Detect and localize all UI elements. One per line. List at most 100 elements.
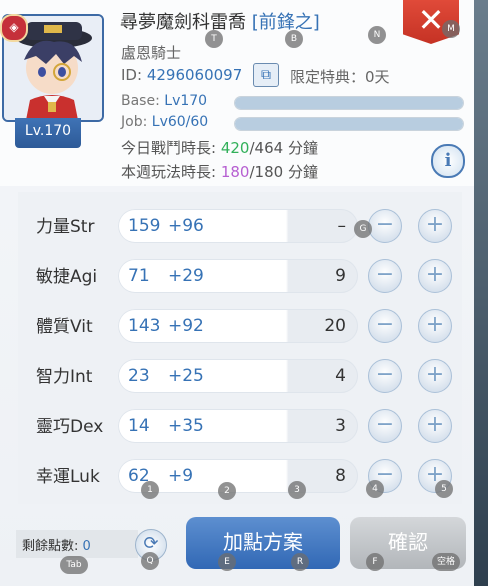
stat-bonus: +29: [168, 266, 204, 286]
plus-icon: +: [425, 262, 445, 287]
limited-value: 0天: [365, 68, 390, 86]
hotkey-hint-2: 2: [218, 482, 236, 500]
today-battle-time: 今日戰鬥時長: 420/464 分鐘: [121, 137, 318, 158]
plan-button[interactable]: 加點方案: [186, 517, 340, 569]
int-plus-button[interactable]: +: [418, 359, 452, 393]
background-edge: [474, 0, 488, 586]
job-value: Lv60/60: [151, 114, 209, 130]
stat-row-int: 智力Int 23 +25 4 − +: [18, 350, 462, 400]
hotkey-hint-f: F: [366, 553, 384, 571]
today-label: 今日戰鬥時長:: [121, 139, 217, 157]
close-icon: ✕: [417, 1, 445, 39]
base-value: Lv170: [164, 93, 208, 109]
stats-section: 力量Str 159 +96 – − + 敏捷Agi 71 +29 9 − + 體…: [18, 192, 462, 504]
refresh-icon: ⟳: [143, 533, 159, 554]
today-total: /464: [249, 139, 284, 157]
agi-minus-button[interactable]: −: [368, 259, 402, 293]
stat-value-pill: 14 +35 3: [118, 409, 358, 443]
character-name-text: 尋夢魔劍科雷喬: [120, 12, 246, 33]
info-button[interactable]: i: [431, 144, 465, 178]
week-play-time: 本週玩法時長: 180/180 分鐘: [121, 161, 318, 182]
hotkey-hint-e: E: [218, 553, 236, 571]
today-current: 420: [220, 139, 250, 157]
agi-plus-button[interactable]: +: [418, 259, 452, 293]
stat-label: 智力Int: [36, 367, 93, 387]
stat-value-pill: 159 +96 –: [118, 209, 358, 243]
stat-base: 14: [128, 416, 150, 436]
id-label: ID:: [121, 66, 143, 84]
hotkey-hint-g: G: [354, 220, 372, 238]
hotkey-hint-4: 4: [366, 480, 384, 498]
plus-icon: +: [425, 362, 445, 387]
stat-label: 體質Vit: [36, 317, 93, 337]
stat-cost: 3: [335, 416, 346, 436]
minus-icon: −: [375, 362, 395, 387]
hotkey-hint-q: Q: [141, 552, 159, 570]
dex-plus-button[interactable]: +: [418, 409, 452, 443]
str-minus-button[interactable]: −: [368, 209, 402, 243]
id-value: 4296060097: [146, 66, 243, 84]
vit-plus-button[interactable]: +: [418, 309, 452, 343]
base-exp-bar: [234, 96, 464, 110]
stat-value-pill: 143 +92 20: [118, 309, 358, 343]
stat-row-dex: 靈巧Dex 14 +35 3 − +: [18, 400, 462, 450]
stat-bonus: +96: [168, 216, 204, 236]
hotkey-hint-b: B: [285, 30, 303, 48]
week-total: /180: [249, 163, 284, 181]
limited-bonus: 限定特典：0天: [290, 66, 390, 87]
stat-value-pill: 71 +29 9: [118, 259, 358, 293]
level-badge: Lv.170: [15, 118, 81, 148]
today-unit: 分鐘: [287, 139, 318, 157]
job-label: Job:: [121, 114, 148, 130]
int-minus-button[interactable]: −: [368, 359, 402, 393]
stat-cost: 4: [335, 366, 346, 386]
stat-row-luk: 幸運Luk 62 +9 8 − +: [18, 450, 462, 500]
hotkey-hint-t: T: [205, 30, 223, 48]
stat-row-vit: 體質Vit 143 +92 20 − +: [18, 300, 462, 350]
limited-label: 限定特典：: [290, 68, 366, 86]
week-current: 180: [220, 163, 250, 181]
job-exp-bar: [234, 117, 464, 131]
base-exp-fill: [235, 97, 463, 109]
plus-icon: +: [425, 312, 445, 337]
remaining-value: 0: [82, 539, 91, 554]
stat-bonus: +25: [168, 366, 204, 386]
stat-value-pill: 23 +25 4: [118, 359, 358, 393]
stat-base: 143: [128, 316, 161, 336]
stat-bonus: +35: [168, 416, 204, 436]
hotkey-hint-tab: Tab: [60, 556, 88, 574]
week-unit: 分鐘: [287, 163, 318, 181]
stat-cost: 20: [324, 316, 346, 336]
minus-icon: −: [375, 412, 395, 437]
stat-cost: –: [337, 216, 347, 236]
base-label: Base:: [121, 93, 160, 109]
stat-label: 幸運Luk: [36, 467, 100, 487]
minus-icon: −: [375, 312, 395, 337]
hotkey-hint-space: 空格: [432, 553, 460, 571]
hotkey-hint-r: R: [291, 553, 309, 571]
str-plus-button[interactable]: +: [418, 209, 452, 243]
job-exp-fill: [235, 118, 463, 130]
character-position: [前鋒之]: [251, 12, 320, 33]
stat-base: 71: [128, 266, 150, 286]
hotkey-hint-n: N: [368, 26, 386, 44]
id-row: ID: 4296060097: [121, 66, 242, 84]
stat-row-str: 力量Str 159 +96 – − +: [18, 200, 462, 250]
stat-base: 159: [128, 216, 161, 236]
copy-id-button[interactable]: ⧉: [253, 63, 279, 87]
minus-icon: −: [375, 212, 395, 237]
minus-icon: −: [375, 262, 395, 287]
stat-bonus: +92: [168, 316, 204, 336]
copy-icon: ⧉: [261, 67, 271, 83]
job-level: Job: Lv60/60: [121, 114, 208, 130]
vit-minus-button[interactable]: −: [368, 309, 402, 343]
hotkey-hint-m: M: [442, 20, 460, 38]
remaining-label: 剩餘點數:: [22, 539, 79, 554]
stat-label: 靈巧Dex: [36, 417, 104, 437]
stat-label: 力量Str: [36, 217, 95, 237]
stat-cost: 9: [335, 266, 346, 286]
hotkey-hint-5: 5: [435, 480, 453, 498]
remaining-text: 剩餘點數: 0: [22, 535, 91, 554]
guild-emblem-icon: ◈: [0, 14, 28, 42]
dex-minus-button[interactable]: −: [368, 409, 402, 443]
